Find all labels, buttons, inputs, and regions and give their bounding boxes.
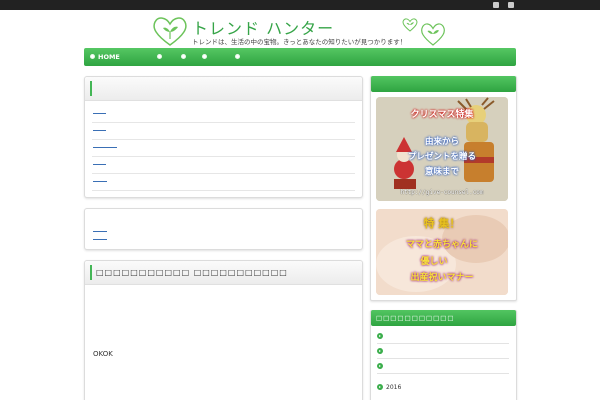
article-panel: □□□□□□□□□□□ □□□□□□□□□□□ OKOK: [84, 260, 363, 400]
archive-item[interactable]: [377, 329, 509, 344]
banner-line: 出産祝いマナー: [410, 273, 474, 283]
pager-link[interactable]: [92, 225, 355, 233]
arrow-bullet-icon: [377, 348, 383, 354]
banner-line: ママと赤ちゃんに: [405, 240, 478, 250]
heart-leaf-icon: [402, 18, 418, 32]
circle-bullet-icon: [202, 54, 207, 59]
banner-line: クリスマス特集: [410, 110, 474, 120]
main-nav: HOME: [84, 48, 516, 66]
list-item[interactable]: [92, 157, 355, 174]
banner-url: http://give-counsel.com: [400, 189, 484, 196]
nav-item[interactable]: [157, 53, 165, 61]
arrow-bullet-icon: [377, 363, 383, 369]
nav-item[interactable]: [202, 53, 210, 61]
circle-bullet-icon: [181, 54, 186, 59]
pager-link[interactable]: [92, 233, 355, 241]
nav-item[interactable]: [235, 53, 243, 61]
nav-home[interactable]: HOME: [90, 53, 120, 61]
banner-line: 特 集！: [423, 217, 461, 230]
pager-panel: [84, 208, 363, 250]
archive-item[interactable]: [377, 344, 509, 359]
article-title: □□□□□□□□□□□ □□□□□□□□□□□: [96, 268, 288, 277]
banner-line: 由来から: [424, 137, 459, 147]
christmas-banner[interactable]: クリスマス特集 由来から プレゼントを贈る 意味まで http://give-c…: [376, 97, 508, 201]
top-bar: [0, 0, 600, 10]
post-list-panel: [84, 76, 363, 198]
circle-bullet-icon: [235, 54, 240, 59]
sidebar-widget-header: [371, 76, 516, 92]
article-header: □□□□□□□□□□□ □□□□□□□□□□□: [85, 261, 362, 285]
archive-header: □□□□□□□□□□□: [371, 310, 516, 326]
post-list-header: [85, 77, 362, 101]
user-icon[interactable]: [493, 2, 499, 8]
arrow-bullet-icon: [377, 333, 383, 339]
article-body-text: OKOK: [93, 350, 113, 358]
arrow-bullet-icon: [377, 384, 383, 390]
archive-item[interactable]: [377, 359, 509, 374]
feed-icon[interactable]: [508, 2, 514, 8]
heart-leaf-icon: [421, 23, 445, 46]
list-item[interactable]: [92, 140, 355, 157]
list-item[interactable]: [92, 106, 355, 123]
banner-line: 意味まで: [424, 167, 459, 177]
list-item[interactable]: [92, 123, 355, 140]
archive-item[interactable]: 2016: [377, 380, 509, 395]
banner-line: 優しい: [420, 257, 448, 267]
heart-leaf-icon: [153, 17, 187, 46]
banner-line: プレゼントを贈る: [407, 152, 476, 162]
maternity-banner[interactable]: 特 集！ ママと赤ちゃんに 優しい 出産祝いマナー: [376, 209, 508, 295]
circle-bullet-icon: [90, 54, 95, 59]
nav-item[interactable]: [181, 53, 189, 61]
site-logo[interactable]: トレンド ハンター トレンドは、生活の中の宝物。きっとあなたの知りたいが見つかり…: [152, 15, 452, 50]
circle-bullet-icon: [157, 54, 162, 59]
site-tagline: トレンドは、生活の中の宝物。きっとあなたの知りたいが見つかります！: [192, 38, 407, 46]
list-item[interactable]: [92, 174, 355, 191]
